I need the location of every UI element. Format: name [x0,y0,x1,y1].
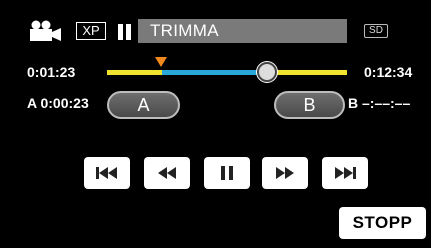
pause-state-icon [118,24,132,40]
quality-badge: XP [76,22,106,40]
page-title: TRIMMA [150,21,219,40]
rewind-button[interactable] [144,157,190,189]
a-point-time: A 0:00:23 [27,95,89,111]
timeline-track-start [107,70,162,75]
total-time: 0:12:34 [364,64,413,80]
b-point-time: B –:––:–– [348,95,411,111]
timeline-selection [162,70,267,75]
a-marker-icon [155,57,167,67]
set-b-button[interactable]: B [274,91,345,119]
fast-forward-icon [276,167,294,179]
set-a-button[interactable]: A [107,91,180,119]
timeline-track-end [267,70,347,75]
pause-button[interactable] [204,157,250,189]
skip-forward-button[interactable] [322,157,368,189]
current-time: 0:01:23 [27,64,76,80]
rewind-icon [158,167,176,179]
fast-forward-button[interactable] [262,157,308,189]
pause-icon [221,166,233,180]
playhead-handle[interactable] [257,62,277,82]
skip-back-button[interactable] [84,157,130,189]
video-camera-icon [30,20,61,41]
media-badge: SD [364,24,388,38]
skip-back-icon [96,167,117,179]
stop-button[interactable]: STOPP [339,207,426,239]
skip-forward-icon [335,167,356,179]
